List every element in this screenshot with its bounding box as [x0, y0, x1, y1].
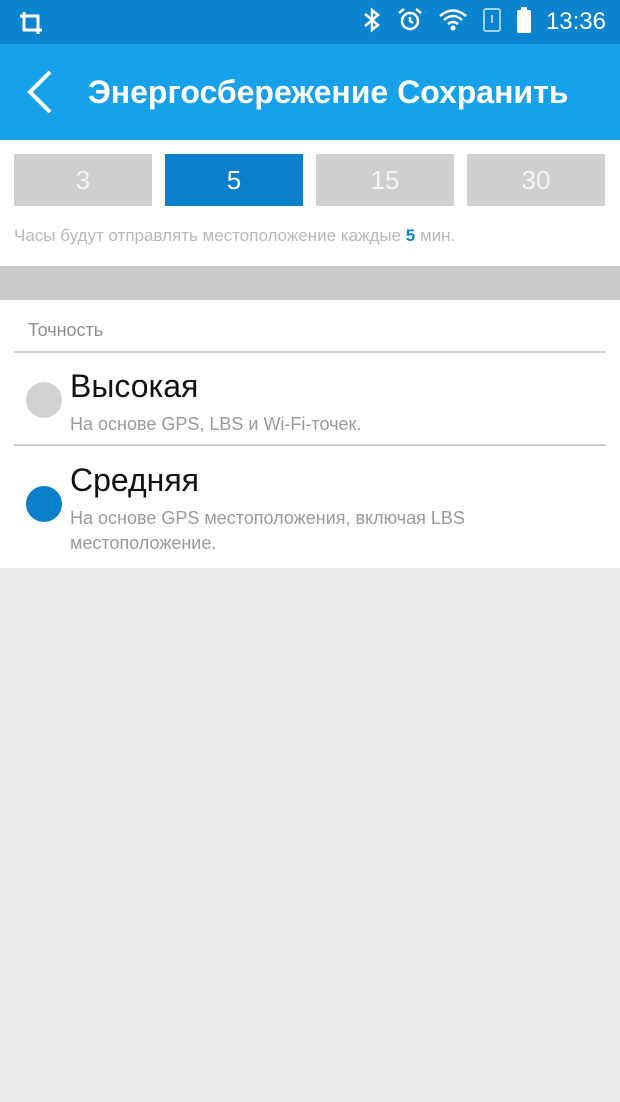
wifi-icon	[438, 8, 468, 37]
accuracy-option-medium[interactable]: Средняя На основе GPS местоположения, вк…	[0, 446, 620, 566]
bluetooth-icon	[362, 6, 382, 38]
interval-option-30[interactable]: 30	[467, 154, 605, 206]
battery-icon	[516, 6, 532, 39]
interval-hint: Часы будут отправлять местоположение каж…	[14, 226, 455, 246]
option-name: Средняя	[70, 462, 199, 498]
divider	[14, 351, 606, 353]
interval-option-15[interactable]: 15	[316, 154, 454, 206]
status-icons: 13:36	[362, 0, 606, 44]
radio-high[interactable]	[26, 382, 62, 418]
interval-option-5[interactable]: 5	[165, 154, 303, 206]
clock: 13:36	[545, 8, 606, 35]
option-description: На основе GPS местоположения, включая LB…	[70, 508, 465, 553]
sim-icon	[482, 7, 502, 38]
radio-medium[interactable]	[26, 486, 62, 522]
accuracy-label: Точность	[28, 320, 104, 340]
section-separator	[0, 266, 620, 300]
alarm-icon	[396, 6, 424, 39]
interval-hint-suffix: мин.	[419, 226, 456, 245]
status-bar: 13:36	[0, 0, 620, 44]
interval-option-3[interactable]: 3	[14, 154, 152, 206]
interval-hint-prefix: Часы будут отправлять местоположение каж…	[14, 226, 402, 245]
page-title: Энергосбережение Сохранить	[88, 74, 569, 110]
accuracy-section: Точность Высокая На основе GPS, LBS и Wi…	[0, 300, 620, 568]
option-name: Высокая	[70, 368, 199, 404]
screenshot-icon	[18, 10, 44, 41]
back-button[interactable]	[22, 68, 62, 116]
option-description: На основе GPS, LBS и Wi-Fi-точек.	[70, 414, 362, 434]
accuracy-option-high[interactable]: Высокая На основе GPS, LBS и Wi-Fi-точек…	[0, 354, 620, 444]
app-bar: Энергосбережение Сохранить	[0, 44, 620, 140]
interval-hint-value: 5	[405, 226, 416, 245]
interval-selector: 3 5 15 30 Часы будут отправлять местопол…	[0, 140, 620, 266]
